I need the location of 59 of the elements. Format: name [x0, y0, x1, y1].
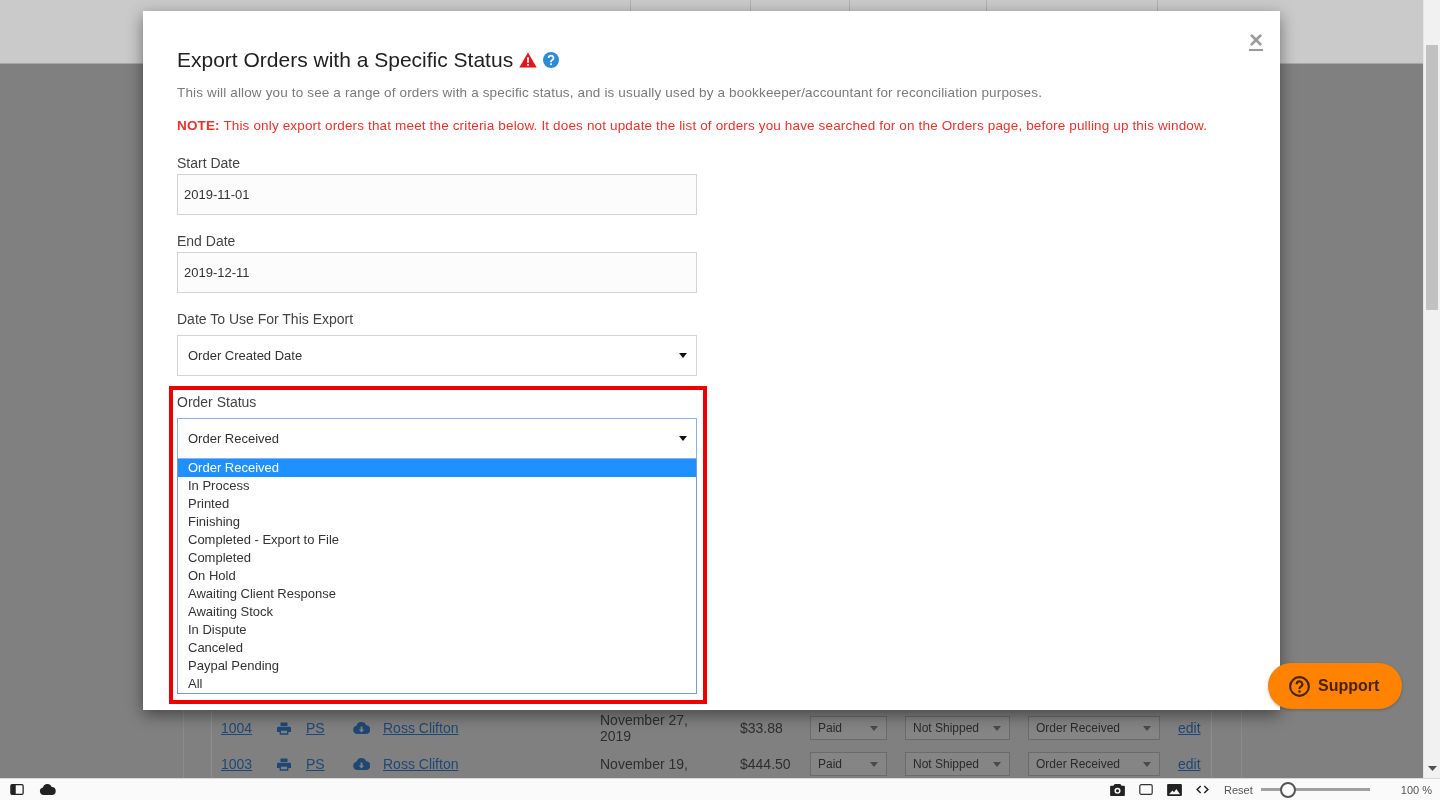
- cloud-icon[interactable]: [39, 784, 56, 795]
- dropdown-option[interactable]: In Dispute: [178, 621, 696, 639]
- select-field[interactable]: Order Received: [177, 418, 697, 459]
- zoom-level-text: 100 %: [1400, 782, 1432, 797]
- order-total-text: $444.50: [740, 756, 791, 772]
- code-icon[interactable]: [1196, 785, 1210, 794]
- printer-icon[interactable]: [277, 721, 291, 735]
- help-icon[interactable]: [543, 52, 560, 68]
- scrollbar-thumb[interactable]: [1426, 45, 1438, 310]
- caret-icon: [993, 725, 1001, 731]
- input-field[interactable]: 2019-11-01: [177, 174, 697, 215]
- dropdown-option[interactable]: Printed: [178, 495, 696, 513]
- caret-icon: [679, 436, 687, 441]
- note-text: NOTE: This only export orders that meet the criteria below. It does not update the list of orders you have searched for on the Orders page, before pulling up this window.: [177, 117, 1209, 135]
- caret-icon: [870, 725, 878, 731]
- field-label: Order Status: [177, 394, 258, 410]
- slider-thumb[interactable]: [1280, 781, 1297, 798]
- caret-icon: [870, 761, 878, 767]
- order-status-select[interactable]: Order Received: [1028, 752, 1160, 776]
- caret-icon: [993, 761, 1001, 767]
- payment-status-select[interactable]: Paid: [810, 716, 887, 740]
- panel-layout-icon[interactable]: [10, 784, 24, 795]
- shipping-status-select[interactable]: Not Shipped: [905, 716, 1010, 740]
- caret-icon: [679, 353, 687, 358]
- arrow-down-icon[interactable]: [1427, 766, 1437, 771]
- description-text: This will allow you to see a range of orders with a specific status, and is usually used by a bookkeeper/accountant for reconciliation purposes.: [177, 84, 1044, 102]
- dropdown-option[interactable]: Awaiting Client Response: [178, 585, 696, 603]
- order-total-text: $33.88: [740, 720, 783, 736]
- camera-icon[interactable]: [1110, 783, 1126, 796]
- reset-link[interactable]: Reset: [1224, 782, 1253, 797]
- field-label: Start Date: [177, 155, 242, 171]
- payment-status-select[interactable]: Paid: [810, 752, 887, 776]
- dropdown-option[interactable]: Completed - Export to File: [178, 531, 696, 549]
- support-button[interactable]: Support: [1268, 663, 1402, 709]
- image-icon[interactable]: [1167, 783, 1183, 796]
- field-label: Date To Use For This Export: [177, 311, 355, 327]
- question-circle-icon: [1289, 675, 1310, 697]
- dropdown-option[interactable]: Awaiting Stock: [178, 603, 696, 621]
- window-icon[interactable]: [1139, 784, 1154, 795]
- input-field[interactable]: 2019-12-11: [177, 252, 697, 293]
- field-label: End Date: [177, 233, 237, 249]
- order-date-text: November 27, 2019: [600, 712, 689, 744]
- dropdown-option[interactable]: Canceled: [178, 639, 696, 657]
- dropdown-option[interactable]: Finishing: [178, 513, 696, 531]
- dropdown-option[interactable]: On Hold: [178, 567, 696, 585]
- dropdown-option[interactable]: Completed: [178, 549, 696, 567]
- warning-icon: [519, 52, 538, 68]
- select-field[interactable]: Order Created Date: [177, 335, 697, 376]
- dropdown-option[interactable]: All: [178, 675, 696, 693]
- cloud-download-icon[interactable]: [353, 722, 370, 734]
- dropdown-option[interactable]: Paypal Pending: [178, 657, 696, 675]
- shipping-status-select[interactable]: Not Shipped: [905, 752, 1010, 776]
- order-date-text: November 19,: [600, 756, 688, 772]
- scrollbar[interactable]: [1423, 0, 1440, 778]
- dropdown-option[interactable]: In Process: [178, 477, 696, 495]
- order-status-select[interactable]: Order Received: [1028, 716, 1160, 740]
- caret-icon: [1143, 725, 1151, 731]
- dialog-title: Export Orders with a Specific Status: [177, 48, 514, 72]
- caret-icon: [1143, 761, 1151, 767]
